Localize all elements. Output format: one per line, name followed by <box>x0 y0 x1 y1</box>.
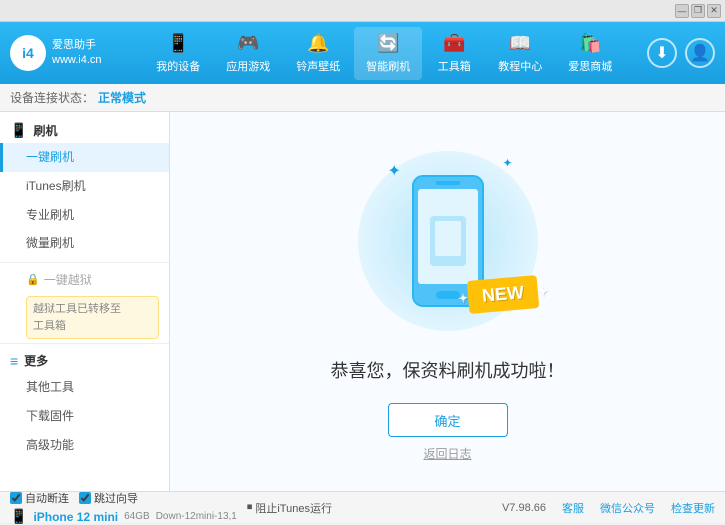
status-bar: 设备连接状态： 正常模式 <box>0 84 725 112</box>
title-bar: — ❐ ✕ <box>0 0 725 22</box>
logo-symbol: i4 <box>22 45 34 61</box>
device-model: Down-12mini-13,1 <box>156 511 237 522</box>
auto-disconnect-checkbox[interactable] <box>10 492 22 504</box>
nav-toolbox[interactable]: 🧰 工具箱 <box>424 27 484 80</box>
logo[interactable]: i4 爱思助手 www.i4.cn <box>10 35 102 71</box>
new-badge: NEW <box>466 275 539 314</box>
main-layout: 📱 刷机 一键刷机 iTunes刷机 专业刷机 微量刷机 🔒 一键越狱 越狱工具… <box>0 112 725 491</box>
nav-ringtones[interactable]: 🔔 铃声壁纸 <box>284 27 352 80</box>
stop-icon: ⏹ <box>247 501 253 514</box>
bottom-right: V7.98.66 客服 微信公众号 检查更新 <box>502 500 715 516</box>
sparkle-tl: ✦ <box>388 161 401 181</box>
tutorials-icon: 📖 <box>509 33 531 54</box>
account-btn[interactable]: 👤 <box>685 38 715 68</box>
nav-apps-games[interactable]: 🎮 应用游戏 <box>214 27 282 80</box>
back-link[interactable]: 返回日志 <box>423 445 471 462</box>
apple-store-icon: 🛍️ <box>579 33 601 54</box>
nav-my-device[interactable]: 📱 我的设备 <box>144 27 212 80</box>
version-label: V7.98.66 <box>502 502 546 514</box>
bottom-bar: 自动断连 跳过向导 📱 iPhone 12 mini 64GB Down-12m… <box>0 491 725 523</box>
section-header-flash: 📱 刷机 <box>0 118 169 143</box>
confirm-button[interactable]: 确定 <box>388 403 508 437</box>
my-device-icon: 📱 <box>167 33 189 54</box>
toolbox-icon: 🧰 <box>443 33 465 54</box>
sparkle-tr: ✦ <box>502 156 512 170</box>
sidebar-item-one-key-flash[interactable]: 一键刷机 <box>0 143 169 172</box>
sidebar-divider-1 <box>0 262 169 263</box>
sidebar-item-itunes-flash[interactable]: iTunes刷机 <box>0 172 169 201</box>
checkbox-auto-disconnect[interactable]: 自动断连 <box>10 490 69 506</box>
apps-games-icon: 🎮 <box>237 33 259 54</box>
smart-flash-icon: 🔄 <box>377 33 399 54</box>
flash-section-icon: 📱 <box>10 122 27 139</box>
nav-apple-store[interactable]: 🛍️ 爱思商城 <box>556 27 624 80</box>
sidebar: 📱 刷机 一键刷机 iTunes刷机 专业刷机 微量刷机 🔒 一键越狱 越狱工具… <box>0 112 170 491</box>
nav-smart-flash[interactable]: 🔄 智能刷机 <box>354 27 422 80</box>
device-info: 📱 iPhone 12 mini 64GB Down-12mini-13,1 <box>10 508 237 525</box>
service-link[interactable]: 客服 <box>562 500 584 516</box>
device-name: iPhone 12 mini <box>33 510 118 524</box>
sidebar-item-download-firmware[interactable]: 下载固件 <box>0 402 169 431</box>
restore-btn[interactable]: ❐ <box>691 4 705 18</box>
content-area: ✦ ✦ NEW 恭喜您，保资料刷机成功啦！ 确定 返回日志 <box>170 112 725 491</box>
logo-circle: i4 <box>10 35 46 71</box>
sidebar-item-advanced[interactable]: 高级功能 <box>0 431 169 460</box>
phone-illustration: ✦ ✦ NEW <box>348 141 548 341</box>
checkbox-skip-wizard[interactable]: 跳过向导 <box>79 490 138 506</box>
sidebar-item-micro-flash[interactable]: 微量刷机 <box>0 229 169 258</box>
wechat-link[interactable]: 微信公众号 <box>600 500 655 516</box>
download-btn[interactable]: ⬇ <box>647 38 677 68</box>
check-update-link[interactable]: 检查更新 <box>671 500 715 516</box>
stop-itunes-btn[interactable]: ⏹ 阻止iTunes运行 <box>247 500 332 516</box>
sidebar-item-other-tools[interactable]: 其他工具 <box>0 373 169 402</box>
sidebar-note-jailbreak: 越狱工具已转移至 工具箱 <box>26 296 159 339</box>
sidebar-locked-jailbreak: 🔒 一键越狱 <box>0 267 169 292</box>
skip-wizard-checkbox[interactable] <box>79 492 91 504</box>
nav-tutorials[interactable]: 📖 教程中心 <box>486 27 554 80</box>
close-btn[interactable]: ✕ <box>707 4 721 18</box>
bottom-left: 自动断连 跳过向导 📱 iPhone 12 mini 64GB Down-12m… <box>10 490 332 525</box>
logo-text: 爱思助手 www.i4.cn <box>52 38 102 69</box>
sidebar-divider-2 <box>0 343 169 344</box>
device-phone-icon: 📱 <box>10 508 27 525</box>
success-title: 恭喜您，保资料刷机成功啦！ <box>331 357 565 383</box>
section-header-more: ≡ 更多 <box>0 348 169 373</box>
minimize-btn[interactable]: — <box>675 4 689 18</box>
nav-items: 📱 我的设备 🎮 应用游戏 🔔 铃声壁纸 🔄 智能刷机 🧰 工具箱 📖 教程中心… <box>122 27 647 80</box>
nav-right: ⬇ 👤 <box>647 38 715 68</box>
device-storage: 64GB <box>124 511 150 522</box>
sidebar-item-pro-flash[interactable]: 专业刷机 <box>0 201 169 230</box>
top-nav: i4 爱思助手 www.i4.cn 📱 我的设备 🎮 应用游戏 🔔 铃声壁纸 🔄… <box>0 22 725 84</box>
lock-icon: 🔒 <box>26 273 40 286</box>
more-section-icon: ≡ <box>10 353 18 369</box>
ringtones-icon: 🔔 <box>307 33 329 54</box>
